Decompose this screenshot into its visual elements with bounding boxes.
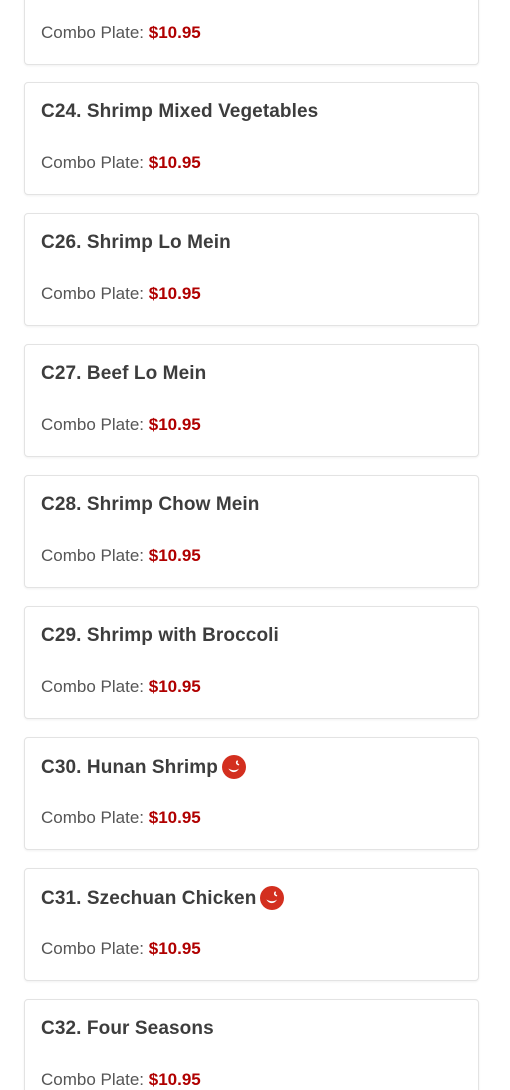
price-value: $10.95 — [148, 808, 201, 827]
price-label: Combo Plate: — [41, 939, 144, 958]
menu-item-name: C32. Four Seasons — [41, 1018, 214, 1039]
menu-item-name: C24. Shrimp Mixed Vegetables — [41, 101, 319, 122]
menu-item-name: C31. Szechuan Chicken — [41, 888, 257, 909]
price-label: Combo Plate: — [41, 1070, 144, 1089]
menu-item-card[interactable]: C27. Beef Lo Mein Combo Plate: $10.95 — [24, 344, 479, 457]
menu-item-name: C29. Shrimp with Broccoli — [41, 625, 279, 646]
menu-item-card[interactable]: C28. Shrimp Chow Mein Combo Plate: $10.9… — [24, 475, 479, 588]
price-line: Combo Plate: $10.95 — [41, 153, 201, 173]
menu-item-name: C27. Beef Lo Mein — [41, 363, 207, 384]
price-value: $10.95 — [148, 415, 201, 434]
menu-item-card[interactable]: C32. Four Seasons Combo Plate: $10.95 — [24, 999, 479, 1090]
menu-item-card[interactable]: C29. Shrimp with Broccoli Combo Plate: $… — [24, 606, 479, 719]
menu-item-card[interactable]: C24. Shrimp Mixed Vegetables Combo Plate… — [24, 82, 479, 195]
price-line: Combo Plate: $10.95 — [41, 1070, 201, 1090]
menu-item-card[interactable]: Combo Plate: $10.95 — [24, 0, 479, 65]
chili-pepper-icon — [221, 755, 246, 779]
menu-item-title: C28. Shrimp Chow Mein — [41, 494, 260, 516]
price-line: Combo Plate: $10.95 — [41, 23, 201, 43]
price-line: Combo Plate: $10.95 — [41, 808, 201, 828]
menu-item-title: C29. Shrimp with Broccoli — [41, 625, 279, 647]
menu-item-title: C31. Szechuan Chicken — [41, 886, 285, 911]
price-value: $10.95 — [148, 677, 201, 696]
price-label: Combo Plate: — [41, 153, 144, 172]
price-line: Combo Plate: $10.95 — [41, 546, 201, 566]
price-value: $10.95 — [148, 153, 201, 172]
price-line: Combo Plate: $10.95 — [41, 677, 201, 697]
price-label: Combo Plate: — [41, 23, 144, 42]
menu-item-list: Combo Plate: $10.95 C24. Shrimp Mixed Ve… — [0, 0, 510, 1090]
price-value: $10.95 — [148, 546, 201, 565]
menu-item-title: C27. Beef Lo Mein — [41, 363, 206, 385]
menu-item-card[interactable]: C30. Hunan Shrimp Combo Plate: $10.95 — [24, 737, 479, 850]
menu-item-title: C26. Shrimp Lo Mein — [41, 232, 231, 254]
menu-item-name: C26. Shrimp Lo Mein — [41, 232, 231, 253]
price-value: $10.95 — [148, 1070, 201, 1089]
chili-pepper-icon — [260, 886, 285, 910]
price-value: $10.95 — [148, 23, 201, 42]
price-label: Combo Plate: — [41, 284, 144, 303]
price-value: $10.95 — [148, 284, 201, 303]
menu-item-card[interactable]: C31. Szechuan Chicken Combo Plate: $10.9… — [24, 868, 479, 981]
price-line: Combo Plate: $10.95 — [41, 415, 201, 435]
menu-item-name: C30. Hunan Shrimp — [41, 757, 218, 778]
menu-item-name: C28. Shrimp Chow Mein — [41, 494, 260, 515]
price-line: Combo Plate: $10.95 — [41, 939, 201, 959]
menu-item-card[interactable]: C26. Shrimp Lo Mein Combo Plate: $10.95 — [24, 213, 479, 326]
price-label: Combo Plate: — [41, 546, 144, 565]
menu-item-title: C30. Hunan Shrimp — [41, 755, 246, 780]
menu-item-title: C32. Four Seasons — [41, 1018, 214, 1040]
price-label: Combo Plate: — [41, 677, 144, 696]
price-label: Combo Plate: — [41, 808, 144, 827]
price-line: Combo Plate: $10.95 — [41, 284, 201, 304]
price-value: $10.95 — [148, 939, 201, 958]
price-label: Combo Plate: — [41, 415, 144, 434]
menu-item-title: C24. Shrimp Mixed Vegetables — [41, 101, 318, 123]
